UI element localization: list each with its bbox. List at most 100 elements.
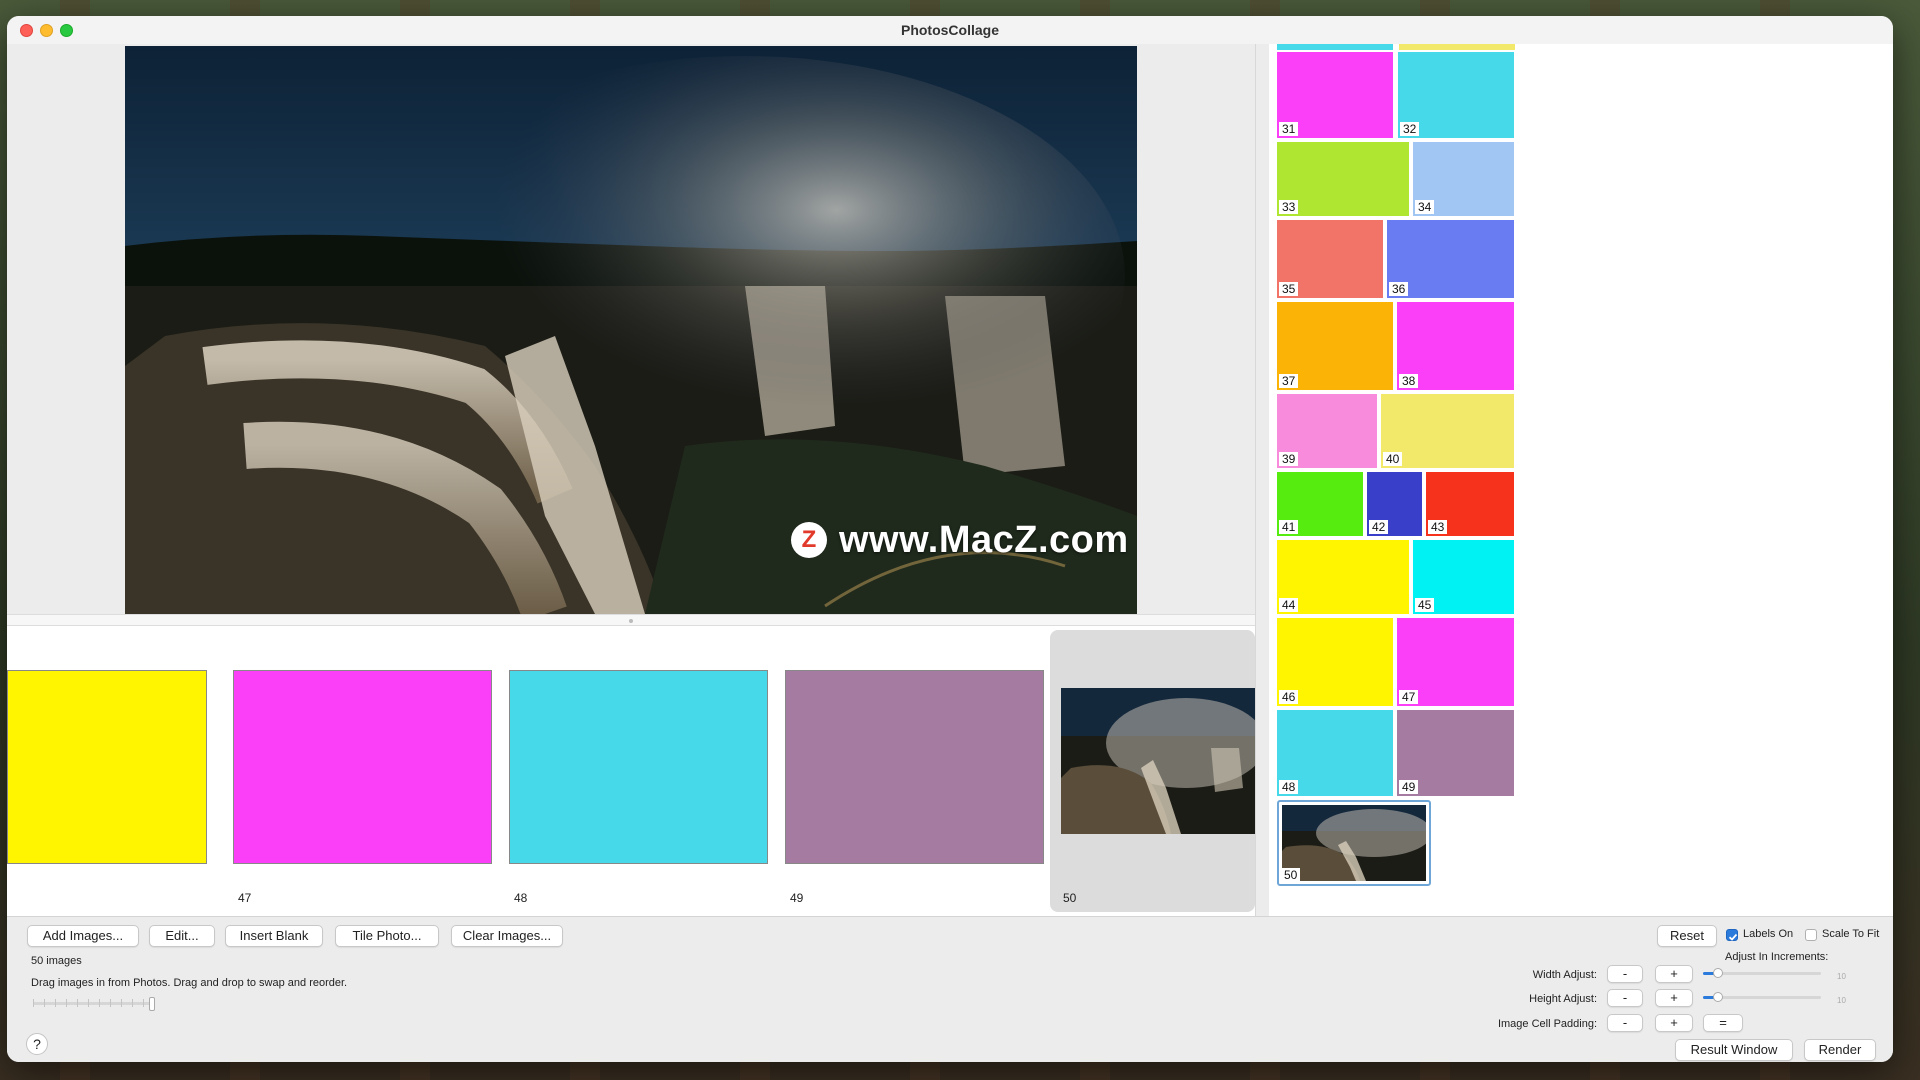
divider-handle-icon[interactable]: [629, 619, 633, 623]
grid-tile[interactable]: 33: [1277, 142, 1409, 216]
padding-equal-button[interactable]: =: [1703, 1014, 1743, 1032]
grid-tile-label: 41: [1279, 520, 1299, 534]
strip-swatch: [7, 670, 207, 864]
strip-swatch: [785, 670, 1044, 864]
grid-tile-label: 48: [1279, 780, 1299, 794]
labels-on-checkbox[interactable]: [1726, 929, 1738, 941]
grid-tile[interactable]: 35: [1277, 220, 1383, 298]
padding-plus-button[interactable]: +: [1655, 1014, 1693, 1032]
width-adjust-label: Width Adjust:: [1532, 969, 1597, 981]
height-plus-button[interactable]: +: [1655, 989, 1693, 1007]
result-window-button[interactable]: Result Window: [1675, 1039, 1793, 1061]
strip-item-label: 49: [787, 890, 807, 906]
edit-button[interactable]: Edit...: [149, 925, 215, 947]
strip-item[interactable]: [7, 626, 207, 916]
watermark: Z www.MacZ.com: [791, 518, 1129, 562]
slider-knob[interactable]: [149, 997, 155, 1011]
image-count: 50 images: [31, 955, 82, 967]
grid-tile-partial: [1399, 44, 1515, 50]
grid-tile-partial: [1277, 44, 1393, 50]
slider-ticks: [33, 999, 151, 1007]
grid-tile-label: 35: [1279, 282, 1299, 296]
close-window-icon[interactable]: [20, 24, 33, 37]
width-slider-max: 10: [1837, 972, 1846, 981]
app-window: PhotosCollage Z www.MacZ.com 47 48 49 50…: [7, 16, 1893, 1062]
grid-tile[interactable]: 45: [1413, 540, 1514, 614]
drag-hint: Drag images in from Photos. Drag and dro…: [31, 977, 348, 989]
strip-item-selected[interactable]: 50: [1050, 630, 1255, 912]
grid-tile[interactable]: 38: [1397, 302, 1514, 390]
grid-photo-thumbnail: [1282, 805, 1426, 881]
width-plus-button[interactable]: +: [1655, 965, 1693, 983]
grid-tile-label: 46: [1279, 690, 1299, 704]
grid-tile[interactable]: 41: [1277, 472, 1363, 536]
strip-item[interactable]: 49: [777, 626, 1044, 916]
insert-blank-button[interactable]: Insert Blank: [225, 925, 323, 947]
grid-tile-label: 45: [1415, 598, 1435, 612]
tile-photo-button[interactable]: Tile Photo...: [335, 925, 439, 947]
pane-divider[interactable]: [1255, 44, 1269, 916]
watermark-text: www.MacZ.com: [839, 518, 1129, 561]
width-increment-slider[interactable]: [1703, 967, 1827, 981]
reset-button[interactable]: Reset: [1657, 925, 1717, 947]
grid-tile-label: 42: [1369, 520, 1389, 534]
grid-tile[interactable]: 43: [1426, 472, 1514, 536]
grid-tile[interactable]: 44: [1277, 540, 1409, 614]
strip-item[interactable]: 48: [501, 626, 768, 916]
zoom-window-icon[interactable]: [60, 24, 73, 37]
grid-tile[interactable]: 49: [1397, 710, 1514, 796]
grid-tile[interactable]: 37: [1277, 302, 1393, 390]
grid-tile-label: 47: [1399, 690, 1419, 704]
grid-tile-label: 37: [1279, 374, 1299, 388]
grid-tile-label: 38: [1399, 374, 1419, 388]
strip-item-label: 50: [1063, 891, 1077, 905]
grid-tile[interactable]: 39: [1277, 394, 1377, 468]
grid-tile[interactable]: 34: [1413, 142, 1514, 216]
grid-tile[interactable]: 32: [1398, 52, 1514, 138]
grid-tile[interactable]: 48: [1277, 710, 1393, 796]
grid-tile[interactable]: 46: [1277, 618, 1393, 706]
scale-to-fit-label: Scale To Fit: [1822, 928, 1880, 940]
grid-tile-label: 36: [1389, 282, 1409, 296]
height-slider-max: 10: [1837, 996, 1846, 1005]
collage-preview-photo[interactable]: Z www.MacZ.com: [125, 46, 1137, 614]
collage-preview-area: Z www.MacZ.com: [7, 44, 1255, 614]
strip-item-label: 48: [511, 890, 531, 906]
adjust-increments-label: Adjust In Increments:: [1725, 951, 1829, 963]
strip-swatch: [233, 670, 492, 864]
strip-photo-thumbnail: [1061, 688, 1255, 834]
grid-tile-label: 43: [1428, 520, 1448, 534]
slider-knob[interactable]: [1713, 992, 1723, 1002]
height-minus-button[interactable]: -: [1607, 989, 1643, 1007]
minimize-window-icon[interactable]: [40, 24, 53, 37]
grid-tile-selected[interactable]: 50: [1277, 800, 1431, 886]
render-button[interactable]: Render: [1804, 1039, 1876, 1061]
slider-knob[interactable]: [1713, 968, 1723, 978]
grid-tile[interactable]: 42: [1367, 472, 1422, 536]
grid-tile[interactable]: 47: [1397, 618, 1514, 706]
add-images-button[interactable]: Add Images...: [27, 925, 139, 947]
grid-tile[interactable]: 31: [1277, 52, 1393, 138]
strip-item-label: 47: [235, 890, 255, 906]
image-grid[interactable]: 31 32 33 34 35 36 37 38 39 40 41 42 43 4…: [1269, 44, 1893, 916]
strip-swatch: [509, 670, 768, 864]
grid-tile-label: 44: [1279, 598, 1299, 612]
thumbnail-size-slider[interactable]: [33, 997, 157, 1011]
padding-minus-button[interactable]: -: [1607, 1014, 1643, 1032]
height-adjust-label: Height Adjust:: [1529, 993, 1597, 1005]
strip-item[interactable]: 47: [225, 626, 492, 916]
clear-images-button[interactable]: Clear Images...: [451, 925, 563, 947]
scale-to-fit-checkbox[interactable]: [1805, 929, 1817, 941]
image-strip[interactable]: 47 48 49 50: [7, 626, 1255, 916]
help-button[interactable]: ?: [26, 1033, 48, 1055]
split-view-divider[interactable]: [7, 614, 1255, 626]
grid-tile-label: 34: [1415, 200, 1435, 214]
grid-tile-label: 50: [1281, 868, 1301, 882]
grid-tile[interactable]: 40: [1381, 394, 1514, 468]
grid-tile[interactable]: 36: [1387, 220, 1514, 298]
title-bar: PhotosCollage: [7, 16, 1893, 44]
width-minus-button[interactable]: -: [1607, 965, 1643, 983]
waterfall-grid-image: [1282, 805, 1426, 881]
height-increment-slider[interactable]: [1703, 991, 1827, 1005]
window-title: PhotosCollage: [900, 22, 999, 38]
